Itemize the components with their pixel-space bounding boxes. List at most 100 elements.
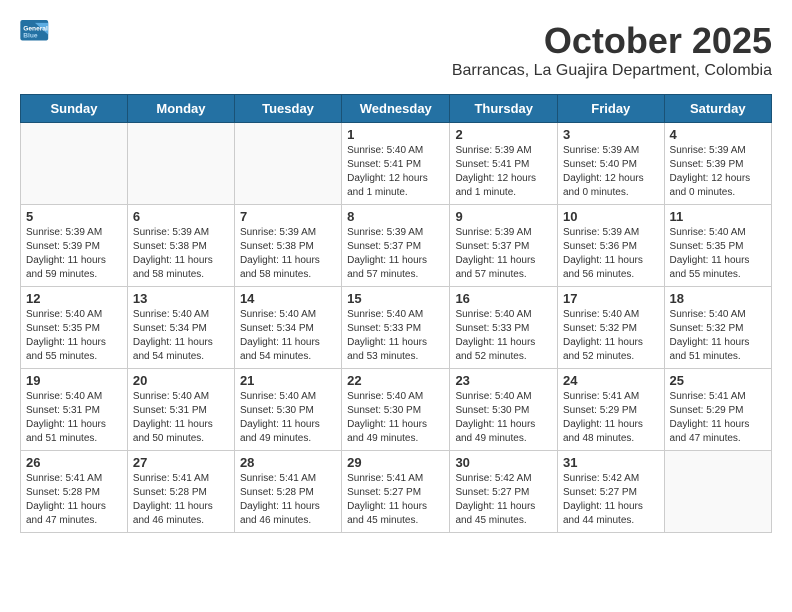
day-header-wednesday: Wednesday: [342, 95, 450, 123]
week-row-3: 12Sunrise: 5:40 AM Sunset: 5:35 PM Dayli…: [21, 287, 772, 369]
calendar-cell: [127, 123, 234, 205]
day-header-friday: Friday: [558, 95, 665, 123]
calendar-cell: 29 Sunrise: 5:41 AM Sunset: 5:27 PM Dayli…: [342, 451, 450, 533]
day-number: 24: [563, 373, 659, 388]
day-info: Sunrise: 5:42 AM Sunset: 5:27 PM Dayligh…: [455, 472, 552, 528]
day-number: 20: [133, 373, 229, 388]
day-info: Sunrise: 5:39 AM Sunset: 5:38 PM Dayligh…: [240, 226, 336, 282]
calendar-cell: 1 Sunrise: 5:40 AM Sunset: 5:41 PM Daylig…: [342, 123, 450, 205]
calendar-cell: 26Sunrise: 5:41 AM Sunset: 5:28 PM Dayli…: [21, 451, 128, 533]
calendar-cell: 27 Sunrise: 5:41 AM Sunset: 5:28 PM Dayli…: [127, 451, 234, 533]
calendar-cell: 18 Sunrise: 5:40 AM Sunset: 5:32 PM Dayli…: [664, 287, 771, 369]
logo-icon: General Blue: [20, 20, 50, 42]
day-number: 22: [347, 373, 444, 388]
calendar-cell: 9Sunrise: 5:39 AM Sunset: 5:37 PM Daylig…: [450, 205, 558, 287]
day-number: 6: [133, 209, 229, 224]
day-number: 17: [563, 291, 659, 306]
day-header-sunday: Sunday: [21, 95, 128, 123]
day-number: 27: [133, 455, 229, 470]
day-number: 2: [455, 127, 552, 142]
day-info: Sunrise: 5:40 AM Sunset: 5:32 PM Dayligh…: [670, 308, 766, 364]
calendar-cell: 3 Sunrise: 5:39 AM Sunset: 5:40 PM Daylig…: [558, 123, 665, 205]
day-header-thursday: Thursday: [450, 95, 558, 123]
day-info: Sunrise: 5:41 AM Sunset: 5:29 PM Dayligh…: [563, 390, 659, 446]
calendar-cell: [664, 451, 771, 533]
day-number: 13: [133, 291, 229, 306]
day-number: 7: [240, 209, 336, 224]
week-row-2: 5 Sunrise: 5:39 AM Sunset: 5:39 PM Daylig…: [21, 205, 772, 287]
calendar-cell: 15Sunrise: 5:40 AM Sunset: 5:33 PM Dayli…: [342, 287, 450, 369]
month-year: October 2025: [452, 20, 772, 62]
day-number: 29: [347, 455, 444, 470]
day-number: 4: [670, 127, 766, 142]
calendar-cell: 5 Sunrise: 5:39 AM Sunset: 5:39 PM Daylig…: [21, 205, 128, 287]
day-info: Sunrise: 5:40 AM Sunset: 5:30 PM Dayligh…: [240, 390, 336, 446]
day-info: Sunrise: 5:39 AM Sunset: 5:39 PM Dayligh…: [670, 144, 766, 200]
day-info: Sunrise: 5:40 AM Sunset: 5:30 PM Dayligh…: [455, 390, 552, 446]
day-info: Sunrise: 5:40 AM Sunset: 5:35 PM Dayligh…: [26, 308, 122, 364]
calendar-cell: 24 Sunrise: 5:41 AM Sunset: 5:29 PM Dayli…: [558, 369, 665, 451]
calendar-cell: 28 Sunrise: 5:41 AM Sunset: 5:28 PM Dayli…: [234, 451, 341, 533]
day-info: Sunrise: 5:40 AM Sunset: 5:31 PM Dayligh…: [133, 390, 229, 446]
day-number: 30: [455, 455, 552, 470]
day-info: Sunrise: 5:39 AM Sunset: 5:41 PM Dayligh…: [455, 144, 552, 200]
day-info: Sunrise: 5:39 AM Sunset: 5:39 PM Dayligh…: [26, 226, 122, 282]
day-info: Sunrise: 5:39 AM Sunset: 5:40 PM Dayligh…: [563, 144, 659, 200]
day-info: Sunrise: 5:39 AM Sunset: 5:38 PM Dayligh…: [133, 226, 229, 282]
calendar-cell: 16Sunrise: 5:40 AM Sunset: 5:33 PM Dayli…: [450, 287, 558, 369]
day-info: Sunrise: 5:40 AM Sunset: 5:30 PM Dayligh…: [347, 390, 444, 446]
day-info: Sunrise: 5:40 AM Sunset: 5:34 PM Dayligh…: [133, 308, 229, 364]
day-info: Sunrise: 5:40 AM Sunset: 5:33 PM Dayligh…: [347, 308, 444, 364]
calendar-cell: 10 Sunrise: 5:39 AM Sunset: 5:36 PM Dayli…: [558, 205, 665, 287]
day-info: Sunrise: 5:39 AM Sunset: 5:36 PM Dayligh…: [563, 226, 659, 282]
calendar-cell: 14Sunrise: 5:40 AM Sunset: 5:34 PM Dayli…: [234, 287, 341, 369]
calendar-cell: 30 Sunrise: 5:42 AM Sunset: 5:27 PM Dayli…: [450, 451, 558, 533]
day-info: Sunrise: 5:41 AM Sunset: 5:28 PM Dayligh…: [26, 472, 122, 528]
day-info: Sunrise: 5:39 AM Sunset: 5:37 PM Dayligh…: [347, 226, 444, 282]
day-number: 3: [563, 127, 659, 142]
day-number: 5: [26, 209, 122, 224]
calendar-cell: 19 Sunrise: 5:40 AM Sunset: 5:31 PM Dayli…: [21, 369, 128, 451]
calendar-cell: [21, 123, 128, 205]
day-number: 31: [563, 455, 659, 470]
day-info: Sunrise: 5:41 AM Sunset: 5:27 PM Dayligh…: [347, 472, 444, 528]
day-number: 1: [347, 127, 444, 142]
day-info: Sunrise: 5:41 AM Sunset: 5:28 PM Dayligh…: [240, 472, 336, 528]
day-info: Sunrise: 5:40 AM Sunset: 5:33 PM Dayligh…: [455, 308, 552, 364]
day-info: Sunrise: 5:42 AM Sunset: 5:27 PM Dayligh…: [563, 472, 659, 528]
calendar-cell: 17 Sunrise: 5:40 AM Sunset: 5:32 PM Dayli…: [558, 287, 665, 369]
week-row-5: 26Sunrise: 5:41 AM Sunset: 5:28 PM Dayli…: [21, 451, 772, 533]
day-header-tuesday: Tuesday: [234, 95, 341, 123]
day-number: 23: [455, 373, 552, 388]
day-number: 14: [240, 291, 336, 306]
location: Barrancas, La Guajira Department, Colomb…: [452, 62, 772, 80]
week-row-4: 19 Sunrise: 5:40 AM Sunset: 5:31 PM Dayli…: [21, 369, 772, 451]
day-info: Sunrise: 5:40 AM Sunset: 5:35 PM Dayligh…: [670, 226, 766, 282]
calendar-cell: 2 Sunrise: 5:39 AM Sunset: 5:41 PM Daylig…: [450, 123, 558, 205]
day-number: 25: [670, 373, 766, 388]
day-number: 11: [670, 209, 766, 224]
calendar-cell: 11 Sunrise: 5:40 AM Sunset: 5:35 PM Dayli…: [664, 205, 771, 287]
calendar-cell: 6 Sunrise: 5:39 AM Sunset: 5:38 PM Daylig…: [127, 205, 234, 287]
calendar-cell: 25 Sunrise: 5:41 AM Sunset: 5:29 PM Dayli…: [664, 369, 771, 451]
day-info: Sunrise: 5:40 AM Sunset: 5:32 PM Dayligh…: [563, 308, 659, 364]
svg-text:Blue: Blue: [23, 33, 38, 40]
calendar-body: 1 Sunrise: 5:40 AM Sunset: 5:41 PM Daylig…: [21, 123, 772, 533]
day-info: Sunrise: 5:40 AM Sunset: 5:41 PM Dayligh…: [347, 144, 444, 200]
day-header-monday: Monday: [127, 95, 234, 123]
calendar-cell: 23 Sunrise: 5:40 AM Sunset: 5:30 PM Dayli…: [450, 369, 558, 451]
day-header-saturday: Saturday: [664, 95, 771, 123]
calendar: SundayMondayTuesdayWednesdayThursdayFrid…: [20, 94, 772, 533]
day-number: 19: [26, 373, 122, 388]
day-number: 8: [347, 209, 444, 224]
svg-text:General: General: [23, 25, 48, 32]
day-number: 28: [240, 455, 336, 470]
day-info: Sunrise: 5:40 AM Sunset: 5:31 PM Dayligh…: [26, 390, 122, 446]
calendar-cell: 31 Sunrise: 5:42 AM Sunset: 5:27 PM Dayli…: [558, 451, 665, 533]
day-number: 10: [563, 209, 659, 224]
day-info: Sunrise: 5:41 AM Sunset: 5:28 PM Dayligh…: [133, 472, 229, 528]
day-info: Sunrise: 5:41 AM Sunset: 5:29 PM Dayligh…: [670, 390, 766, 446]
calendar-cell: 12Sunrise: 5:40 AM Sunset: 5:35 PM Dayli…: [21, 287, 128, 369]
calendar-cell: 20 Sunrise: 5:40 AM Sunset: 5:31 PM Dayli…: [127, 369, 234, 451]
day-number: 18: [670, 291, 766, 306]
